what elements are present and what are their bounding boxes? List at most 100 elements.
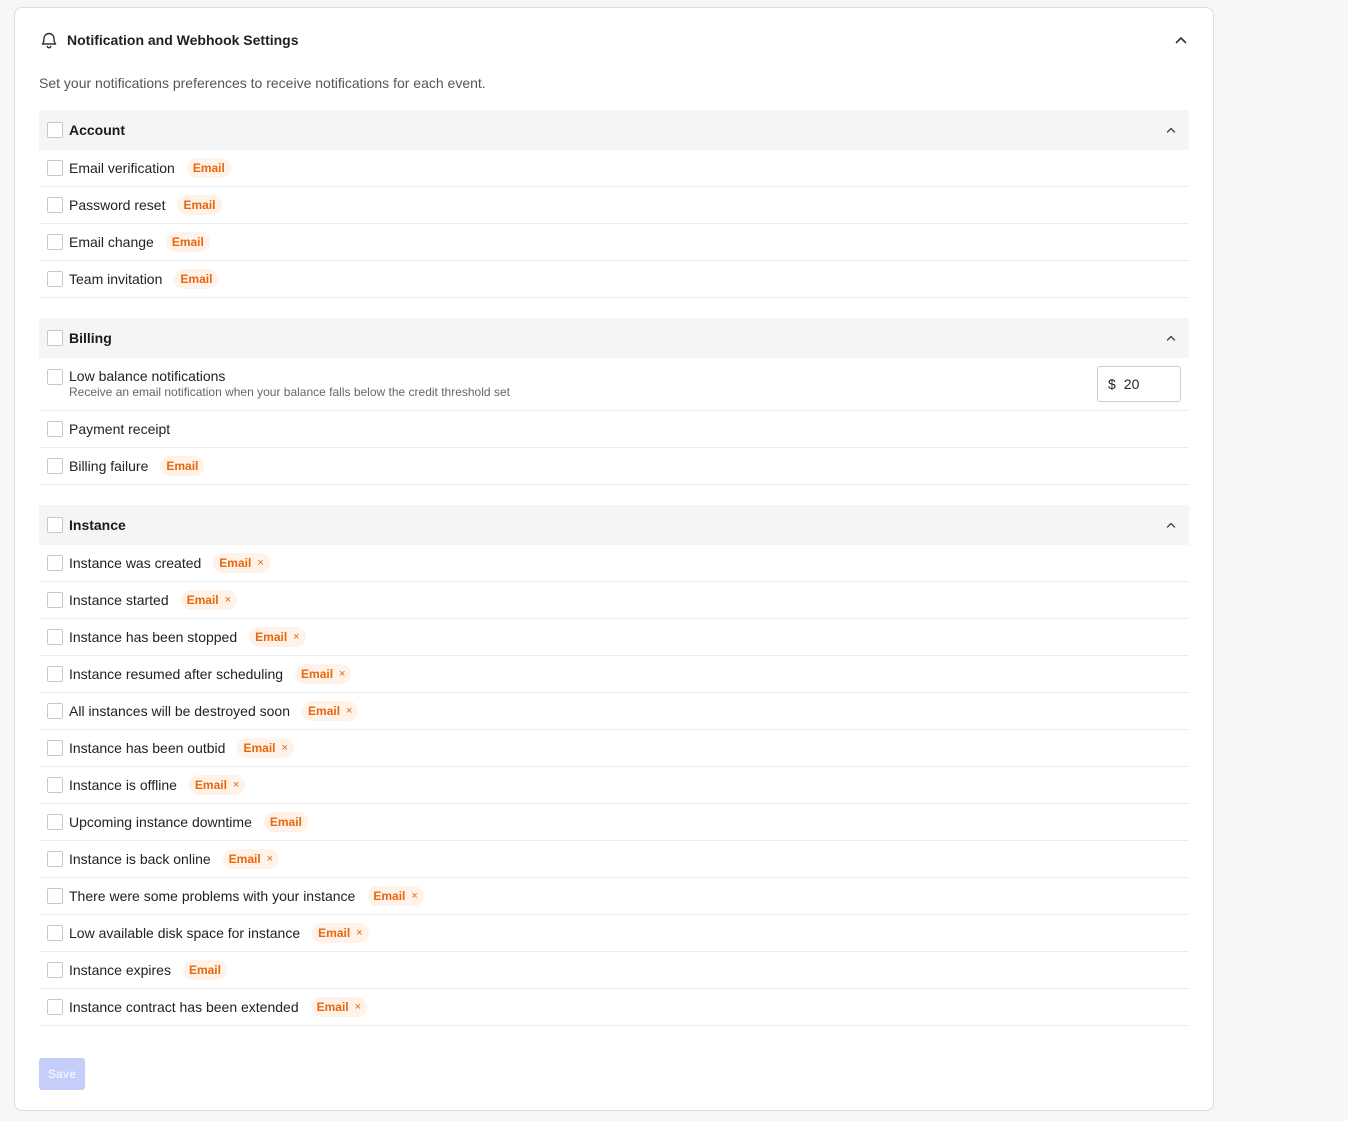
- currency-symbol: $: [1108, 376, 1116, 392]
- item-label: There were some problems with your insta…: [69, 888, 356, 904]
- chevron-up-icon[interactable]: [1161, 515, 1181, 535]
- badge-label: Email: [192, 161, 225, 175]
- item-checkbox[interactable]: [47, 421, 63, 437]
- save-button[interactable]: Save: [39, 1058, 85, 1090]
- item-label: Instance contract has been extended: [69, 999, 299, 1015]
- email-badge: Email ×: [180, 590, 238, 610]
- section-header-account: Account: [39, 110, 1189, 150]
- email-badge: Email: [174, 269, 219, 289]
- email-badge: Email: [165, 232, 210, 252]
- badge-label: Email: [219, 556, 252, 570]
- item-checkbox[interactable]: [47, 458, 63, 474]
- close-icon[interactable]: ×: [281, 742, 287, 754]
- email-badge: Email: [160, 456, 205, 476]
- section-title: Instance: [69, 517, 126, 533]
- email-badge: Email ×: [237, 738, 294, 758]
- close-icon[interactable]: ×: [293, 631, 299, 643]
- close-icon[interactable]: ×: [411, 890, 417, 902]
- item-label: All instances will be destroyed soon: [69, 703, 291, 719]
- item-checkbox[interactable]: [47, 999, 63, 1015]
- balance-threshold-input[interactable]: [1123, 376, 1164, 392]
- settings-description: Set your notifications preferences to re…: [39, 75, 486, 91]
- item-checkbox[interactable]: [47, 925, 63, 941]
- notification-settings-card: Notification and Webhook Settings Set yo…: [14, 7, 1214, 1111]
- item-checkbox[interactable]: [47, 962, 63, 978]
- section-header-instance: Instance: [39, 505, 1189, 545]
- list-item: Password reset Email: [39, 187, 1189, 224]
- item-checkbox[interactable]: [47, 160, 63, 176]
- email-badge: Email ×: [295, 664, 352, 684]
- list-item: Email verification Email: [39, 150, 1189, 187]
- badge-label: Email: [228, 852, 261, 866]
- email-badge: Email ×: [188, 775, 246, 795]
- list-item: Instance is offline Email ×: [39, 767, 1189, 804]
- balance-threshold-field[interactable]: $: [1097, 366, 1181, 402]
- item-checkbox[interactable]: [47, 851, 63, 867]
- item-description: Receive an email notification when your …: [69, 385, 510, 399]
- section-header-billing: Billing: [39, 318, 1189, 358]
- item-label: Team invitation: [69, 271, 163, 287]
- billing-select-all-checkbox[interactable]: [47, 330, 63, 346]
- item-checkbox[interactable]: [47, 592, 63, 608]
- email-badge: Email: [177, 195, 222, 215]
- close-icon[interactable]: ×: [339, 668, 345, 680]
- list-item: Team invitation Email: [39, 261, 1189, 298]
- section-title: Account: [69, 122, 125, 138]
- item-checkbox[interactable]: [47, 234, 63, 250]
- list-item: All instances will be destroyed soon Ema…: [39, 693, 1189, 730]
- item-checkbox[interactable]: [47, 703, 63, 719]
- badge-label: Email: [186, 593, 219, 607]
- item-checkbox[interactable]: [47, 777, 63, 793]
- list-item: Instance has been stopped Email ×: [39, 619, 1189, 656]
- chevron-up-icon[interactable]: [1171, 30, 1191, 50]
- close-icon[interactable]: ×: [225, 594, 231, 606]
- item-label: Instance started: [69, 592, 169, 608]
- badge-label: Email: [269, 815, 302, 829]
- chevron-up-icon[interactable]: [1161, 328, 1181, 348]
- close-icon[interactable]: ×: [355, 1001, 361, 1013]
- item-checkbox[interactable]: [47, 740, 63, 756]
- item-label: Email change: [69, 234, 154, 250]
- item-label: Password reset: [69, 197, 166, 213]
- close-icon[interactable]: ×: [267, 853, 273, 865]
- item-checkbox[interactable]: [47, 369, 63, 385]
- account-select-all-checkbox[interactable]: [47, 122, 63, 138]
- list-item: Instance expires Email: [39, 952, 1189, 989]
- close-icon[interactable]: ×: [233, 779, 239, 791]
- item-checkbox[interactable]: [47, 629, 63, 645]
- item-label: Instance is back online: [69, 851, 211, 867]
- bell-icon: [39, 30, 59, 50]
- item-label: Upcoming instance downtime: [69, 814, 252, 830]
- list-item: Upcoming instance downtime Email: [39, 804, 1189, 841]
- list-item-low-balance: Low balance notifications Receive an ema…: [39, 358, 1189, 411]
- item-label: Low available disk space for instance: [69, 925, 301, 941]
- close-icon[interactable]: ×: [346, 705, 352, 717]
- item-checkbox[interactable]: [47, 555, 63, 571]
- list-item: Instance resumed after scheduling Email ×: [39, 656, 1189, 693]
- close-icon[interactable]: ×: [356, 927, 362, 939]
- list-item: Instance started Email ×: [39, 582, 1189, 619]
- badge-label: Email: [373, 889, 406, 903]
- instance-select-all-checkbox[interactable]: [47, 517, 63, 533]
- email-badge: Email ×: [249, 627, 306, 647]
- item-label: Instance has been stopped: [69, 629, 238, 645]
- email-badge: Email ×: [367, 886, 424, 906]
- email-badge: Email ×: [222, 849, 280, 869]
- badge-label: Email: [188, 963, 221, 977]
- item-checkbox[interactable]: [47, 271, 63, 287]
- item-label: Instance has been outbid: [69, 740, 226, 756]
- chevron-up-icon[interactable]: [1161, 120, 1181, 140]
- item-label: Billing failure: [69, 458, 149, 474]
- badge-label: Email: [301, 667, 334, 681]
- item-checkbox[interactable]: [47, 888, 63, 904]
- item-checkbox[interactable]: [47, 814, 63, 830]
- email-badge: Email ×: [312, 923, 369, 943]
- item-checkbox[interactable]: [47, 666, 63, 682]
- item-label: Low balance notifications: [69, 368, 226, 384]
- list-item: Payment receipt: [39, 411, 1189, 448]
- list-item: Low available disk space for instance Em…: [39, 915, 1189, 952]
- close-icon[interactable]: ×: [257, 557, 263, 569]
- item-checkbox[interactable]: [47, 197, 63, 213]
- badge-label: Email: [183, 198, 216, 212]
- email-badge: Email: [186, 158, 231, 178]
